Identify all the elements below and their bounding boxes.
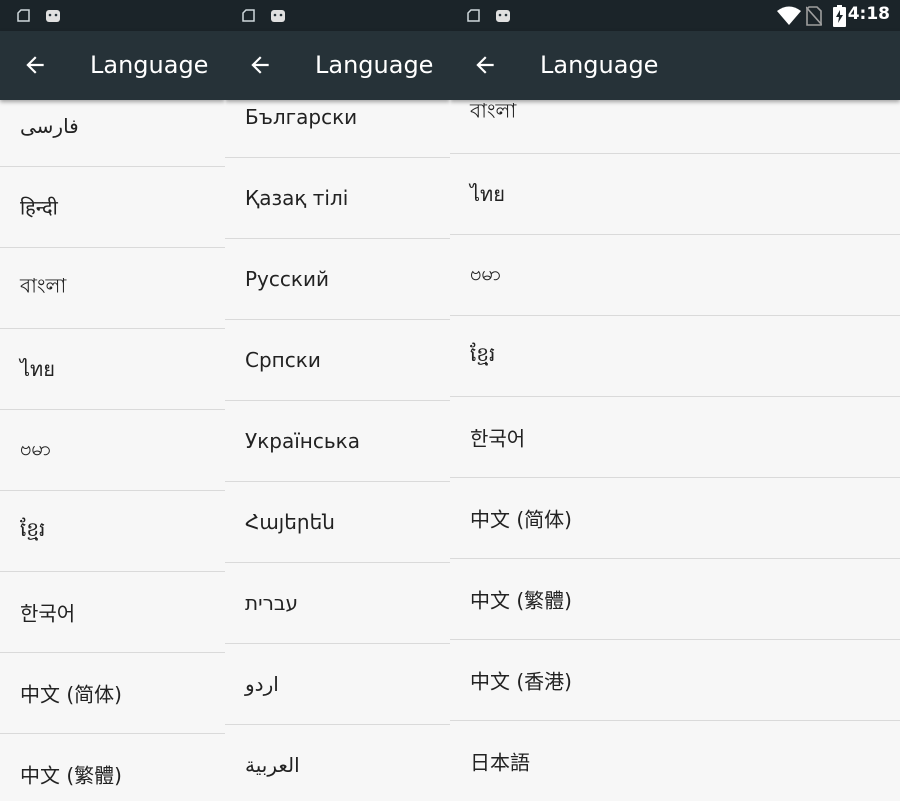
language-label: ဗမာ [470, 261, 502, 285]
language-label: Қазақ тілі [245, 186, 349, 210]
language-label: العربية [245, 753, 300, 777]
language-label: עברית [245, 591, 298, 615]
language-list: বাংলা ไทย ဗမာ ខ្មែរ 한국어 中文 (简体) 中文 (繁體) … [450, 73, 900, 801]
language-item[interactable]: 한국어 [450, 397, 900, 478]
notification-icons [242, 9, 285, 22]
back-arrow-icon[interactable] [22, 52, 48, 78]
language-item[interactable]: Қазақ тілі [225, 158, 450, 239]
language-list: فارسی हिन्दी বাংলা ไทย ဗမာ ខ្មែរ 한국어 中文 … [0, 86, 225, 801]
language-label: 日本語 [470, 750, 530, 775]
language-label: ខ្មែរ [470, 342, 496, 366]
language-item[interactable]: اردو [225, 644, 450, 725]
language-label: 中文 (简体) [20, 682, 122, 707]
language-list: Български Қазақ тілі Русский Српски Укра… [225, 77, 450, 801]
status-bar [225, 0, 450, 31]
language-label: ខ្មែរ [20, 517, 46, 541]
language-item[interactable]: Српски [225, 320, 450, 401]
language-item[interactable]: 한국어 [0, 572, 225, 653]
page-title: Language [540, 51, 659, 79]
language-item[interactable]: 中文 (香港) [450, 640, 900, 721]
language-label: 中文 (简体) [470, 507, 572, 532]
language-item[interactable]: Հայերեն [225, 482, 450, 563]
screen: فارسی हिन्दी বাংলা ไทย ဗမာ ខ្មែរ 한국어 中文 … [0, 0, 900, 801]
language-label: हिन्दी [20, 195, 58, 220]
language-screen-1: فارسی हिन्दी বাংলা ไทย ဗမာ ខ្មែរ 한국어 中文 … [0, 0, 225, 801]
language-item[interactable]: 日本語 [450, 721, 900, 801]
page-title: Language [315, 51, 434, 79]
language-item[interactable]: ไทย [0, 329, 225, 410]
notification-icons [467, 9, 510, 22]
language-item[interactable]: বাংলা [0, 248, 225, 329]
language-item[interactable]: Українська [225, 401, 450, 482]
language-item[interactable]: Русский [225, 239, 450, 320]
language-item[interactable]: ဗမာ [0, 410, 225, 491]
language-label: Русский [245, 267, 329, 291]
language-item[interactable]: 中文 (简体) [450, 478, 900, 559]
language-label: Српски [245, 348, 321, 372]
back-arrow-icon[interactable] [247, 52, 273, 78]
language-label: Українська [245, 429, 360, 453]
language-label: فارسی [20, 114, 79, 138]
language-item[interactable]: ខ្មែរ [450, 316, 900, 397]
wifi-icon [777, 6, 801, 25]
language-item[interactable]: 中文 (繁體) [450, 559, 900, 640]
language-item[interactable]: 中文 (简体) [0, 653, 225, 734]
language-label: 中文 (香港) [470, 669, 572, 694]
page-title: Language [90, 51, 209, 79]
notification-icons [17, 9, 60, 22]
status-bar [0, 0, 225, 31]
language-label: ဗမာ [20, 436, 52, 460]
language-label: 中文 (繁體) [470, 588, 572, 613]
language-item[interactable]: ไทย [450, 154, 900, 235]
language-item[interactable]: ខ្មែរ [0, 491, 225, 572]
language-label: 中文 (繁體) [20, 763, 122, 788]
app-bar: Language [225, 31, 450, 100]
clock: 4:18 [847, 4, 890, 24]
language-item[interactable]: हिन्दी [0, 167, 225, 248]
app-bar: Language [0, 31, 225, 100]
language-item[interactable]: 中文 (繁體) [0, 734, 225, 801]
language-item[interactable]: ဗမာ [450, 235, 900, 316]
language-screen-2: Български Қазақ тілі Русский Српски Укра… [225, 0, 450, 801]
battery-charging-icon [833, 5, 846, 27]
language-label: 한국어 [20, 601, 76, 626]
language-label: Български [245, 105, 358, 129]
language-label: Հայերեն [245, 510, 335, 534]
no-sim-icon [806, 6, 822, 26]
language-label: ไทย [470, 182, 505, 206]
language-label: اردو [245, 672, 279, 696]
language-label: বাংলা [470, 98, 517, 123]
status-bar: 4:18 [450, 0, 900, 31]
language-screen-3: বাংলা ไทย ဗမာ ខ្មែរ 한국어 中文 (简体) 中文 (繁體) … [450, 0, 900, 801]
back-arrow-icon[interactable] [472, 52, 498, 78]
app-bar: Language [450, 31, 900, 100]
language-label: ไทย [20, 357, 55, 381]
language-label: বাংলা [20, 273, 67, 298]
language-label: 한국어 [470, 426, 526, 451]
language-item[interactable]: العربية [225, 725, 450, 801]
language-item[interactable]: עברית [225, 563, 450, 644]
